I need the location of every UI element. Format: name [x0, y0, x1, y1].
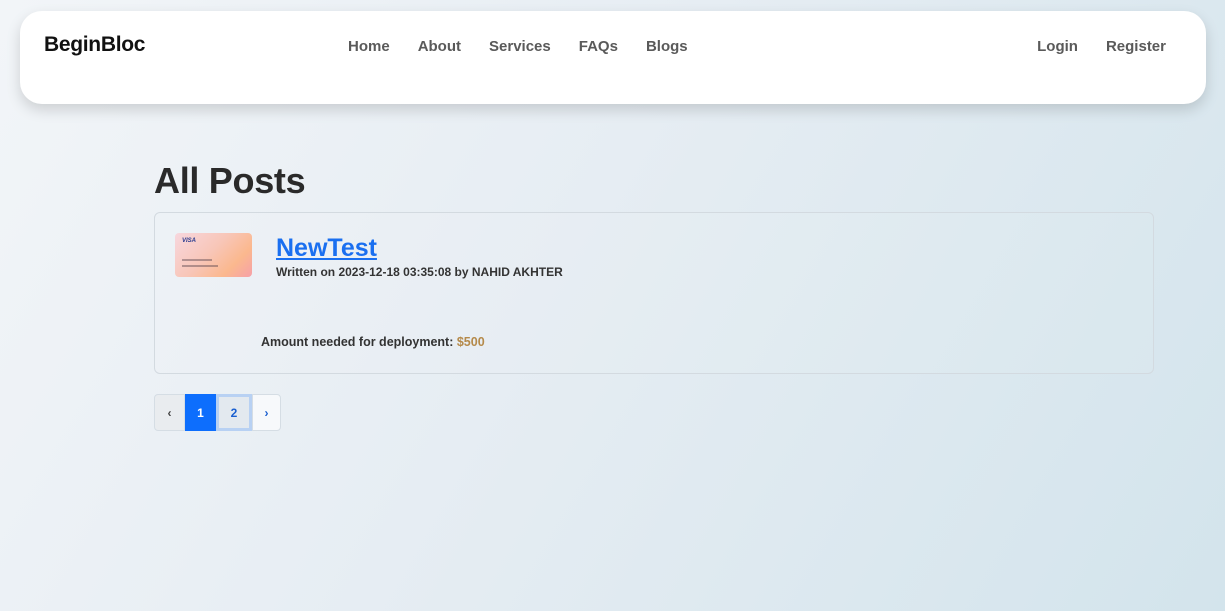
auth-links: Login Register	[1023, 37, 1180, 57]
pagination-next-button[interactable]: ›	[252, 394, 281, 431]
pagination-page-1[interactable]: 1	[185, 394, 216, 431]
post-card: VISA NewTest Written on 2023-12-18 03:35…	[154, 212, 1154, 374]
post-meta: Written on 2023-12-18 03:35:08 by NAHID …	[276, 265, 563, 279]
nav-link-services[interactable]: Services	[475, 37, 565, 57]
page-title: All Posts	[154, 160, 306, 201]
post-title-link[interactable]: NewTest	[276, 234, 377, 263]
post-amount: Amount needed for deployment: $500	[261, 335, 485, 349]
pagination-page-2[interactable]: 2	[216, 394, 252, 431]
brand-logo[interactable]: BeginBloc	[44, 33, 145, 57]
register-link[interactable]: Register	[1092, 37, 1180, 57]
login-link[interactable]: Login	[1023, 37, 1092, 57]
card-line-decoration	[182, 259, 212, 261]
amount-value: $500	[456, 335, 485, 349]
pagination: ‹ 1 2 ›	[154, 394, 281, 431]
card-line-decoration	[182, 265, 218, 267]
nav-link-home[interactable]: Home	[334, 37, 404, 57]
pagination-prev-button[interactable]: ‹	[154, 394, 185, 431]
nav-link-about[interactable]: About	[404, 37, 475, 57]
visa-card-logo: VISA	[182, 238, 197, 244]
nav-links: Home About Services FAQs Blogs	[334, 37, 702, 57]
nav-link-faqs[interactable]: FAQs	[565, 37, 632, 57]
navbar: BeginBloc Home About Services FAQs Blogs…	[20, 11, 1206, 104]
nav-link-blogs[interactable]: Blogs	[632, 37, 702, 57]
post-thumbnail: VISA	[175, 233, 252, 277]
amount-label: Amount needed for deployment:	[261, 335, 454, 349]
